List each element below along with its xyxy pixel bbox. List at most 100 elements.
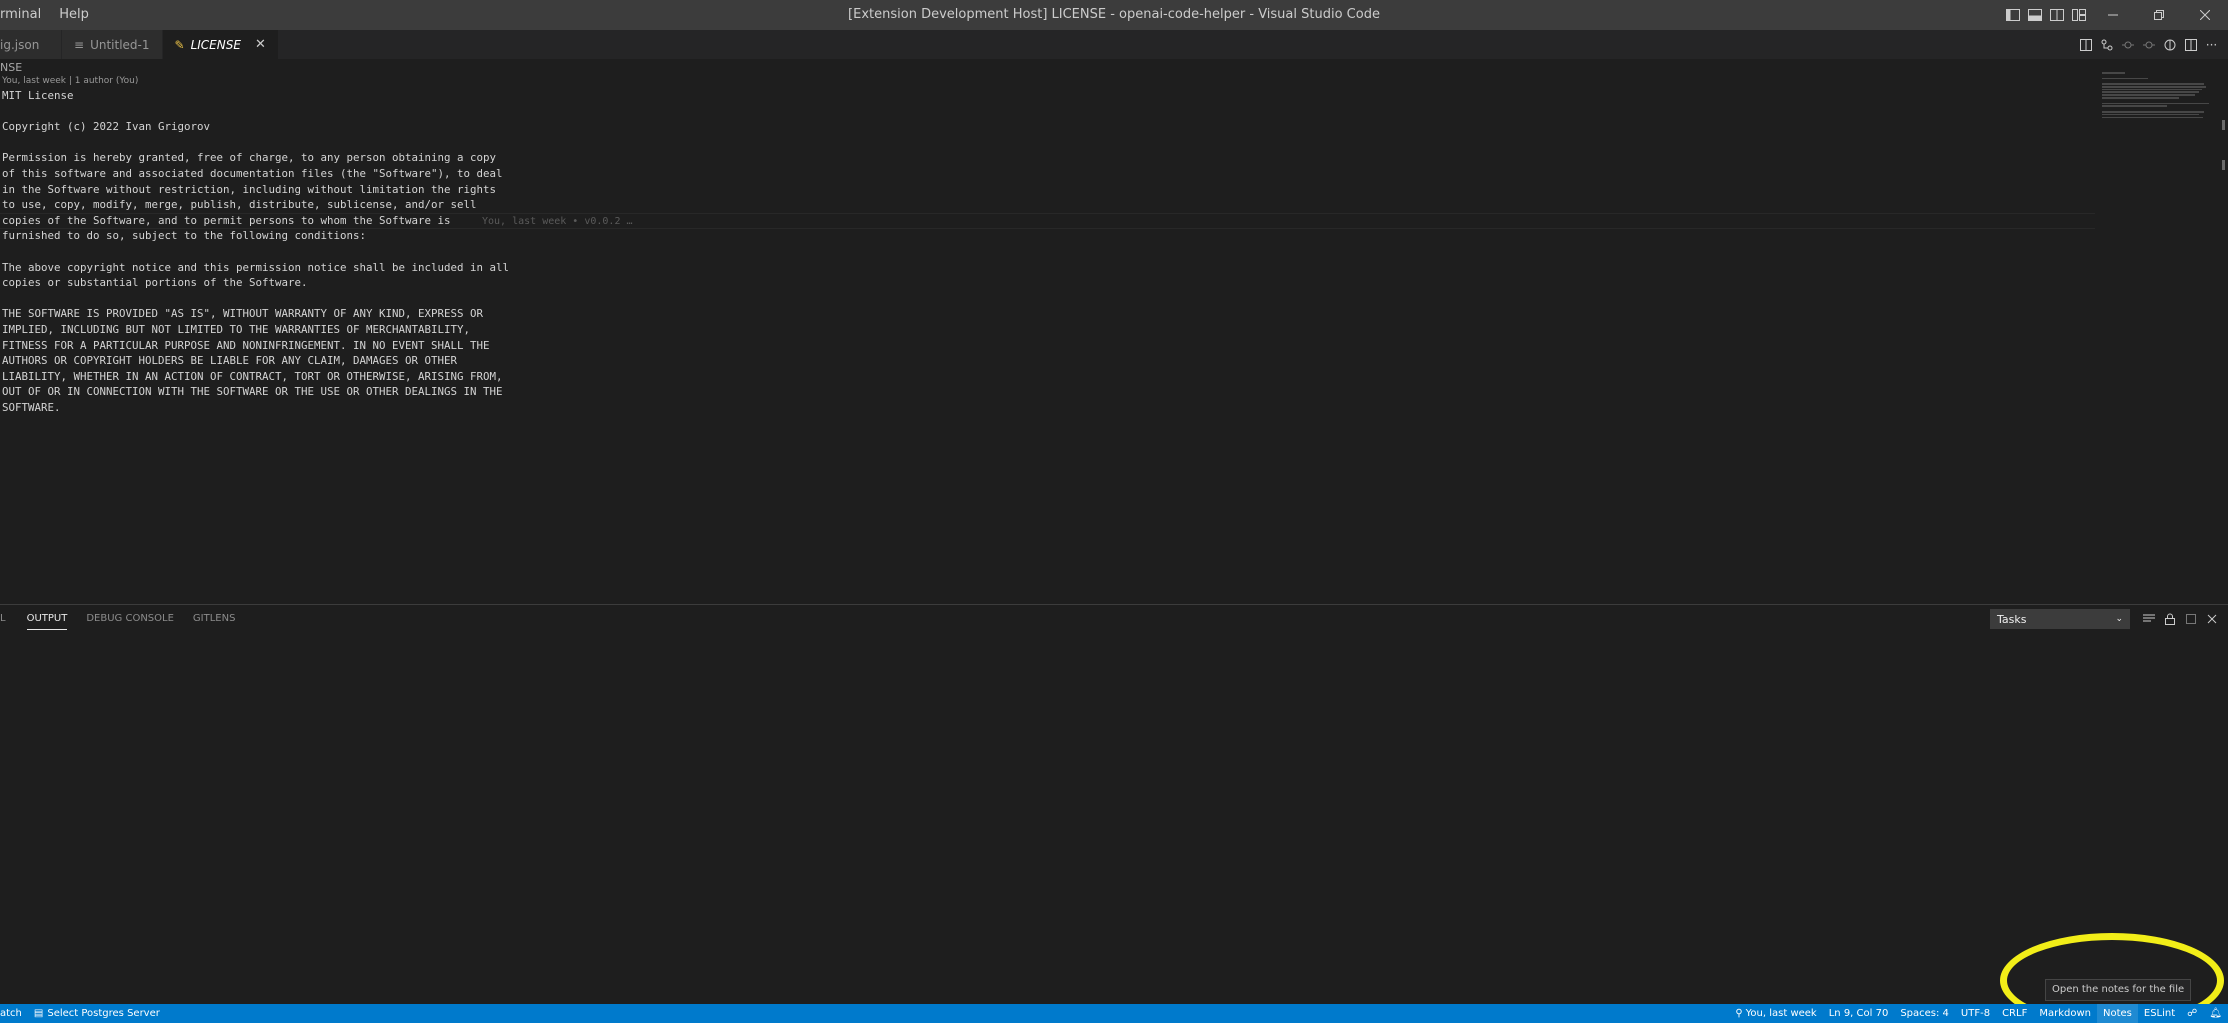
panel-tab-bar: L OUTPUT DEBUG CONSOLE GITLENS xyxy=(0,608,254,630)
status-encoding[interactable]: UTF-8 xyxy=(1955,1004,1996,1023)
status-eslint[interactable]: ESLint xyxy=(2138,1004,2181,1023)
scroll-marker xyxy=(2222,160,2225,170)
minimap-line xyxy=(2102,72,2126,74)
minimap-line xyxy=(2102,83,2205,85)
tab-untitled-1[interactable]: ≡ Untitled-1 xyxy=(62,30,163,59)
title-bar: rminal Help [Extension Development Host]… xyxy=(0,0,2228,30)
open-preview-icon[interactable] xyxy=(2075,30,2096,59)
status-bar: atch ▤ Select Postgres Server ⚲ You, las… xyxy=(0,1004,2228,1023)
code-line: in the Software without restriction, inc… xyxy=(2,182,497,196)
split-editor-icon[interactable] xyxy=(2180,30,2201,59)
tab-license[interactable]: ✎ LICENSE ✕ xyxy=(162,30,279,59)
status-line-ending[interactable]: CRLF xyxy=(1996,1004,2033,1023)
tab-label: ig.json xyxy=(0,37,40,52)
minimap-line xyxy=(2102,110,2205,113)
notifications-icon[interactable]: 🔔︎ xyxy=(2203,1004,2228,1023)
status-git-blame[interactable]: ⚲ You, last week xyxy=(1729,1004,1822,1023)
code-line: to use, copy, modify, merge, publish, di… xyxy=(2,198,477,212)
code-line: OUT OF OR IN CONNECTION WITH THE SOFTWAR… xyxy=(2,385,503,399)
git-compare-icon[interactable] xyxy=(2096,30,2117,59)
toggle-blame-icon[interactable] xyxy=(2159,30,2180,59)
code-line: Permission is hereby granted, free of ch… xyxy=(2,151,497,165)
code-line-current: copies of the Software, and to permit pe… xyxy=(2,213,451,227)
next-change-icon[interactable] xyxy=(2138,30,2159,59)
code-line: The above copyright notice and this perm… xyxy=(2,260,510,274)
status-language-mode[interactable]: Markdown xyxy=(2033,1004,2097,1023)
editor-tab-bar: ig.json ≡ Untitled-1 ✎ LICENSE ✕ xyxy=(0,30,2228,59)
code-line: MIT License xyxy=(2,89,74,102)
editor-actions: ··· xyxy=(2075,30,2222,59)
tab-output[interactable]: OUTPUT xyxy=(26,608,68,630)
overview-ruler[interactable] xyxy=(2218,120,2228,200)
clear-output-icon[interactable] xyxy=(2138,608,2159,630)
menu-terminal[interactable]: rminal xyxy=(0,0,50,30)
scroll-marker xyxy=(2222,120,2225,130)
toggle-panel-icon[interactable] xyxy=(2024,0,2046,30)
status-watch[interactable]: atch xyxy=(0,1004,28,1023)
close-tab-icon[interactable]: ✕ xyxy=(255,37,266,52)
title-controls xyxy=(2002,0,2228,30)
minimize-icon[interactable] xyxy=(2090,0,2136,30)
code-line: Copyright (c) 2022 Ivan Grigorov xyxy=(2,120,211,134)
status-notes[interactable]: Notes xyxy=(2096,1004,2138,1023)
output-channel-value: Tasks xyxy=(1997,612,2027,626)
previous-change-icon[interactable] xyxy=(2117,30,2138,59)
tab-terminal[interactable]: L xyxy=(0,608,6,630)
text-file-icon: ≡ xyxy=(74,37,85,52)
git-codelens[interactable]: You, last week | 1 author (You) xyxy=(2,76,138,86)
close-panel-icon[interactable] xyxy=(2201,608,2222,630)
status-label: You, last week xyxy=(1745,1008,1817,1019)
status-bar-right: ⚲ You, last week Ln 9, Col 70 Spaces: 4 … xyxy=(1729,1004,2228,1023)
code-line: furnished to do so, subject to the follo… xyxy=(2,229,367,243)
minimap-line xyxy=(2102,94,2195,96)
status-indentation[interactable]: Spaces: 4 xyxy=(1894,1004,1955,1023)
status-bar-left: atch ▤ Select Postgres Server xyxy=(0,1004,166,1023)
toggle-primary-sidebar-icon[interactable] xyxy=(2002,0,2024,30)
editor-text[interactable]: MIT License Copyright (c) 2022 Ivan Grig… xyxy=(2,88,509,415)
inline-blame-annotation[interactable]: You, last week • v0.0.2 … xyxy=(482,214,633,229)
tab-label: LICENSE xyxy=(190,37,241,52)
code-line: copies or substantial portions of the So… xyxy=(2,276,308,290)
minimap[interactable] xyxy=(2102,72,2218,122)
menu-help[interactable]: Help xyxy=(50,0,98,30)
customize-layout-icon[interactable] xyxy=(2068,0,2090,30)
tab-label: Untitled-1 xyxy=(90,37,150,52)
tab-gitlens[interactable]: GITLENS xyxy=(193,608,236,630)
code-line: SOFTWARE. xyxy=(2,400,61,414)
menu-bar: rminal Help xyxy=(0,0,98,30)
code-line: THE SOFTWARE IS PROVIDED "AS IS", WITHOU… xyxy=(2,307,484,321)
breadcrumb[interactable]: NSE xyxy=(0,61,22,75)
maximize-panel-icon[interactable] xyxy=(2180,608,2201,630)
code-line: FITNESS FOR A PARTICULAR PURPOSE AND NON… xyxy=(2,338,490,352)
toggle-secondary-sidebar-icon[interactable] xyxy=(2046,0,2068,30)
minimap-line xyxy=(2102,85,2207,88)
code-line: AUTHORS OR COPYRIGHT HOLDERS BE LIABLE F… xyxy=(2,354,458,368)
close-window-icon[interactable] xyxy=(2182,0,2228,30)
feedback-icon[interactable]: ☍ xyxy=(2181,1004,2203,1023)
minimap-line xyxy=(2102,88,2202,91)
code-line: of this software and associated document… xyxy=(2,166,503,180)
status-cursor-position[interactable]: Ln 9, Col 70 xyxy=(1823,1004,1895,1023)
license-file-icon: ✎ xyxy=(174,37,185,52)
lock-scroll-icon[interactable] xyxy=(2159,608,2180,630)
status-label: Select Postgres Server xyxy=(47,1008,160,1019)
minimap-line xyxy=(2102,116,2203,119)
tab-config-json[interactable]: ig.json xyxy=(0,30,62,59)
more-actions-icon[interactable]: ··· xyxy=(2201,30,2222,59)
minimap-line xyxy=(2102,102,2209,105)
minimap-line xyxy=(2102,105,2167,107)
code-line: LIABILITY, WHETHER IN AN ACTION OF CONTR… xyxy=(2,369,503,383)
status-select-postgres-server[interactable]: ▤ Select Postgres Server xyxy=(28,1004,166,1023)
minimap-line xyxy=(2102,97,2179,99)
notes-tooltip: Open the notes for the file xyxy=(2045,979,2192,1001)
tab-debug-console[interactable]: DEBUG CONSOLE xyxy=(86,608,174,630)
output-channel-select[interactable]: Tasks ⌄ xyxy=(1990,609,2130,629)
panel-divider[interactable] xyxy=(0,604,2228,605)
chevron-down-icon: ⌄ xyxy=(2115,614,2123,624)
window-title: [Extension Development Host] LICENSE - o… xyxy=(848,7,1380,22)
minimap-line xyxy=(2102,77,2149,80)
restore-icon[interactable] xyxy=(2136,0,2182,30)
